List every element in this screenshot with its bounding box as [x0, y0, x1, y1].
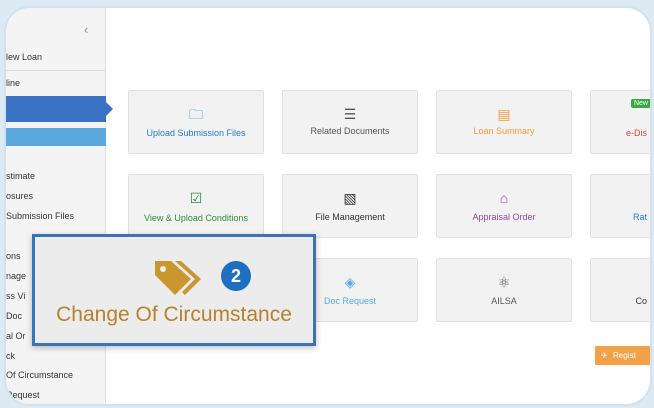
sidebar-item-submission-files[interactable]: Submission Files [6, 211, 106, 221]
tile-label: Co [635, 296, 647, 306]
sidebar-divider [6, 70, 106, 71]
callout-change-of-circumstance: 2 Change Of Circumstance [32, 234, 316, 346]
tile-label: Loan Summary [473, 126, 535, 136]
tile-e-disclosures[interactable]: New e-Dis [590, 90, 650, 154]
sidebar-item-disclosures[interactable]: osures [6, 191, 106, 201]
tile-label: File Management [315, 212, 385, 222]
step-number-badge: 2 [221, 261, 251, 291]
home-icon: ⌂ [499, 190, 509, 206]
tile-appraisal-order[interactable]: ⌂ Appraisal Order [436, 174, 572, 238]
tile-file-management[interactable]: ▧ File Management [282, 174, 418, 238]
register-button[interactable]: ✈ Regist [595, 346, 650, 365]
tile-label: Appraisal Order [472, 212, 536, 222]
tile-label: Rat [632, 212, 647, 222]
file-copy-icon: ▧ [343, 190, 357, 206]
tile-label: Related Documents [310, 126, 390, 136]
atom-icon: ⚛ [497, 274, 511, 290]
sidebar-item-highlighted[interactable] [6, 128, 106, 146]
register-label: Regist [613, 351, 636, 360]
new-badge: New [630, 99, 650, 108]
collapse-sidebar-icon[interactable]: ‹ [84, 22, 88, 37]
sidebar-item-pipeline[interactable]: line [6, 78, 106, 88]
app-frame: ‹ lew Loan line stimate osures Submissio… [4, 6, 652, 406]
tile-co[interactable]: Co [590, 258, 650, 322]
tile-rates[interactable]: Rat [590, 174, 650, 238]
summary-document-icon: ▤ [497, 106, 511, 122]
tile-label: AILSA [491, 296, 517, 306]
callout-title: Change Of Circumstance [56, 303, 292, 326]
tile-ailsa[interactable]: ⚛ AILSA [436, 258, 572, 322]
tile-upload-submission-files[interactable]: 🗀 Upload Submission Files [128, 90, 264, 154]
send-icon: ✈ [601, 351, 608, 360]
documents-stack-icon: ☰ [343, 106, 357, 122]
tile-loan-summary[interactable]: ▤ Loan Summary [436, 90, 572, 154]
sidebar-item-estimate[interactable]: stimate [6, 171, 106, 181]
sidebar-item-new-loan[interactable]: lew Loan [6, 52, 106, 62]
sidebar-item-check[interactable]: ck [6, 351, 106, 361]
tile-view-upload-conditions[interactable]: ☑ View & Upload Conditions [128, 174, 264, 238]
checkbox-icon: ☑ [189, 190, 203, 206]
sidebar-item-change-of-circumstance[interactable]: Of Circumstance [6, 370, 106, 380]
tile-related-documents[interactable]: ☰ Related Documents [282, 90, 418, 154]
sidebar-item-doc-request[interactable]: Request [6, 390, 106, 400]
tile-label: e-Dis [625, 128, 647, 138]
sidebar-item-active[interactable] [6, 96, 113, 122]
tile-label: View & Upload Conditions [144, 213, 248, 223]
tile-label: Upload Submission Files [146, 128, 246, 138]
tags-icon [155, 261, 201, 295]
upload-folder-icon: 🗀 [189, 106, 203, 122]
